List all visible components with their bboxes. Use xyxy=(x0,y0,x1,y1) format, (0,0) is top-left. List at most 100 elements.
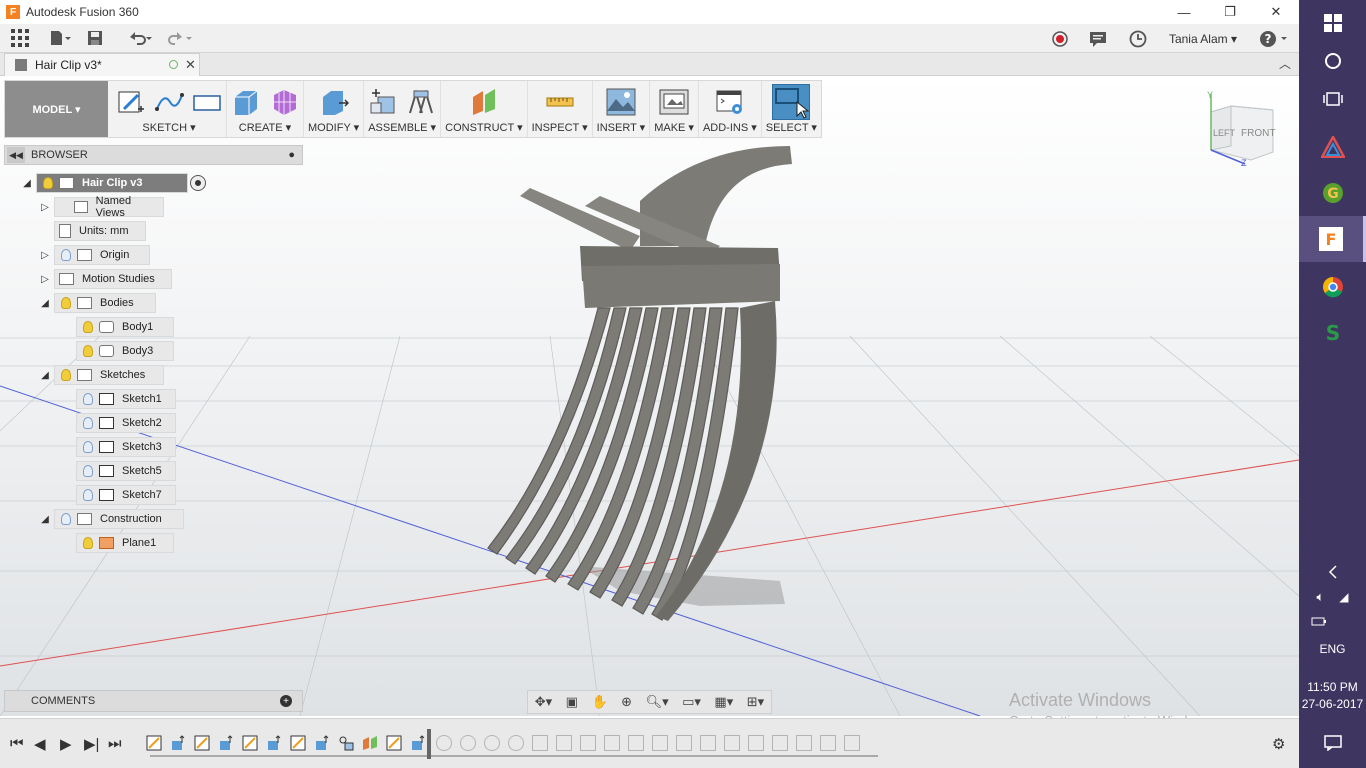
battery-icon[interactable] xyxy=(1299,610,1366,632)
tree-node-construction[interactable]: Construction xyxy=(54,509,184,529)
tree-node-body1[interactable]: Body1 xyxy=(76,317,174,337)
data-panel-grid-icon[interactable] xyxy=(0,24,40,53)
browser-pin-icon[interactable]: ● xyxy=(288,149,295,161)
activate-radio-icon[interactable] xyxy=(190,175,206,191)
suppressed-feature-icon[interactable] xyxy=(844,735,860,751)
go-to-end-icon[interactable]: ⏭ xyxy=(108,735,122,752)
document-tab[interactable]: Hair Clip v3* ✕ xyxy=(4,53,200,76)
timeline-sketch-icon[interactable] xyxy=(242,735,258,751)
3d-print-icon[interactable] xyxy=(659,87,689,117)
timeline-settings-gear-icon[interactable]: ⚙ xyxy=(1272,735,1285,753)
timeline-extrude-icon[interactable] xyxy=(218,735,234,751)
fit-zoom-icon[interactable]: 🔍︎▾ xyxy=(646,694,669,710)
expand-triangle-icon[interactable]: ◢ xyxy=(36,514,54,525)
green-g-app-icon[interactable]: G xyxy=(1299,170,1366,216)
clock-date[interactable]: 27-06-2017 xyxy=(1299,697,1366,711)
construct-menu-label[interactable]: CONSTRUCT ▾ xyxy=(445,121,522,134)
sketch-menu-label[interactable]: SKETCH ▾ xyxy=(142,121,195,134)
comments-panel[interactable]: COMMENTS + xyxy=(4,690,303,712)
new-component-icon[interactable] xyxy=(368,87,398,117)
tree-row-construction[interactable]: ◢ Construction xyxy=(36,509,184,529)
suppressed-feature-icon[interactable] xyxy=(436,735,452,751)
visibility-bulb-icon[interactable] xyxy=(83,321,93,333)
suppressed-feature-icon[interactable] xyxy=(628,735,644,751)
timeline-sketch-icon[interactable] xyxy=(290,735,306,751)
autodesk-app-icon[interactable] xyxy=(1299,124,1366,170)
clock-time[interactable]: 11:50 PM xyxy=(1299,680,1366,694)
save-icon[interactable] xyxy=(80,24,110,53)
tree-row-named-views[interactable]: ▷ Named Views xyxy=(36,195,164,219)
insert-menu-label[interactable]: INSERT ▾ xyxy=(597,121,646,134)
visibility-bulb-icon[interactable] xyxy=(43,177,53,189)
tree-row-origin[interactable]: ▷ Origin xyxy=(36,245,150,265)
make-menu-label[interactable]: MAKE ▾ xyxy=(654,121,694,134)
expand-triangle-icon[interactable]: ▷ xyxy=(36,202,54,213)
tree-node-plane1[interactable]: Plane1 xyxy=(76,533,174,553)
close-button[interactable]: ✕ xyxy=(1253,0,1299,24)
suppressed-feature-icon[interactable] xyxy=(556,735,572,751)
visibility-bulb-icon[interactable] xyxy=(83,441,93,453)
tree-row-sketch2[interactable]: Sketch2 xyxy=(76,413,176,433)
visibility-bulb-icon[interactable] xyxy=(83,417,93,429)
expand-triangle-icon[interactable]: ◢ xyxy=(36,298,54,309)
tree-node-units[interactable]: Units: mm xyxy=(54,221,146,241)
tree-node-body3[interactable]: Body3 xyxy=(76,341,174,361)
visibility-bulb-icon[interactable] xyxy=(83,393,93,405)
timeline-sketch-icon[interactable] xyxy=(386,735,402,751)
timeline-sketch-icon[interactable] xyxy=(146,735,162,751)
restore-button[interactable]: ❐ xyxy=(1207,0,1253,24)
look-at-icon[interactable]: ▣ xyxy=(566,694,578,710)
offset-plane-icon[interactable] xyxy=(469,87,499,117)
insert-image-icon[interactable] xyxy=(606,87,636,117)
modify-menu-label[interactable]: MODIFY ▾ xyxy=(308,121,359,134)
visibility-bulb-icon[interactable] xyxy=(83,537,93,549)
tree-node-motion-studies[interactable]: Motion Studies xyxy=(54,269,172,289)
expand-triangle-icon[interactable]: ▷ xyxy=(36,250,54,261)
suppressed-feature-icon[interactable] xyxy=(700,735,716,751)
viewcube-front-face[interactable]: FRONT xyxy=(1241,128,1275,139)
select-menu-label[interactable]: SELECT ▾ xyxy=(766,121,817,134)
orbit-move-icon[interactable]: ✥▾ xyxy=(535,694,552,710)
tree-row-plane1[interactable]: Plane1 xyxy=(76,533,174,553)
tree-node-sketch7[interactable]: Sketch7 xyxy=(76,485,176,505)
tree-row-sketch3[interactable]: Sketch3 xyxy=(76,437,176,457)
suppressed-feature-icon[interactable] xyxy=(604,735,620,751)
redo-icon[interactable] xyxy=(160,24,200,53)
action-center-icon[interactable] xyxy=(1299,720,1366,766)
tree-node-sketch1[interactable]: Sketch1 xyxy=(76,389,176,409)
comments-icon[interactable] xyxy=(1081,24,1115,53)
tree-row-motion-studies[interactable]: ▷ Motion Studies xyxy=(36,269,172,289)
tree-node-sketches[interactable]: Sketches xyxy=(54,365,164,385)
3d-viewport[interactable] xyxy=(0,76,1299,716)
select-tool-icon[interactable] xyxy=(772,84,811,120)
rectangle-icon[interactable] xyxy=(192,87,222,117)
suppressed-feature-icon[interactable] xyxy=(532,735,548,751)
tree-row-sketches[interactable]: ◢ Sketches xyxy=(36,365,164,385)
grid-settings-icon[interactable]: ▦▾ xyxy=(714,694,733,710)
tree-node-named-views[interactable]: Named Views xyxy=(54,195,164,219)
tree-row-sketch5[interactable]: Sketch5 xyxy=(76,461,176,481)
tree-row-root[interactable]: ◢ Hair Clip v3 xyxy=(18,173,206,193)
inspect-menu-label[interactable]: INSPECT ▾ xyxy=(532,121,588,134)
suppressed-feature-icon[interactable] xyxy=(580,735,596,751)
joint-icon[interactable] xyxy=(406,87,436,117)
press-pull-icon[interactable] xyxy=(319,87,349,117)
collapse-browser-icon[interactable]: ◀◀ xyxy=(7,147,25,163)
tree-node-root[interactable]: Hair Clip v3 xyxy=(36,173,188,193)
suppressed-feature-icon[interactable] xyxy=(484,735,500,751)
visibility-bulb-icon[interactable] xyxy=(83,345,93,357)
expand-triangle-icon[interactable]: ▷ xyxy=(36,274,54,285)
visibility-bulb-icon[interactable] xyxy=(61,369,71,381)
timeline-marker[interactable] xyxy=(427,729,431,759)
viewcube-left-face[interactable]: LEFT xyxy=(1213,128,1235,138)
visibility-bulb-icon[interactable] xyxy=(61,297,71,309)
tree-node-sketch3[interactable]: Sketch3 xyxy=(76,437,176,457)
browser-header[interactable]: ◀◀ BROWSER ● xyxy=(4,145,303,165)
tree-row-units[interactable]: Units: mm xyxy=(54,221,146,241)
tree-row-bodies[interactable]: ◢ Bodies xyxy=(36,293,156,313)
suppressed-timeline-features[interactable] xyxy=(436,735,876,751)
suppressed-feature-icon[interactable] xyxy=(820,735,836,751)
suppressed-feature-icon[interactable] xyxy=(652,735,668,751)
step-forward-icon[interactable]: ▶| xyxy=(84,735,99,753)
timeline-component-icon[interactable] xyxy=(338,735,354,751)
